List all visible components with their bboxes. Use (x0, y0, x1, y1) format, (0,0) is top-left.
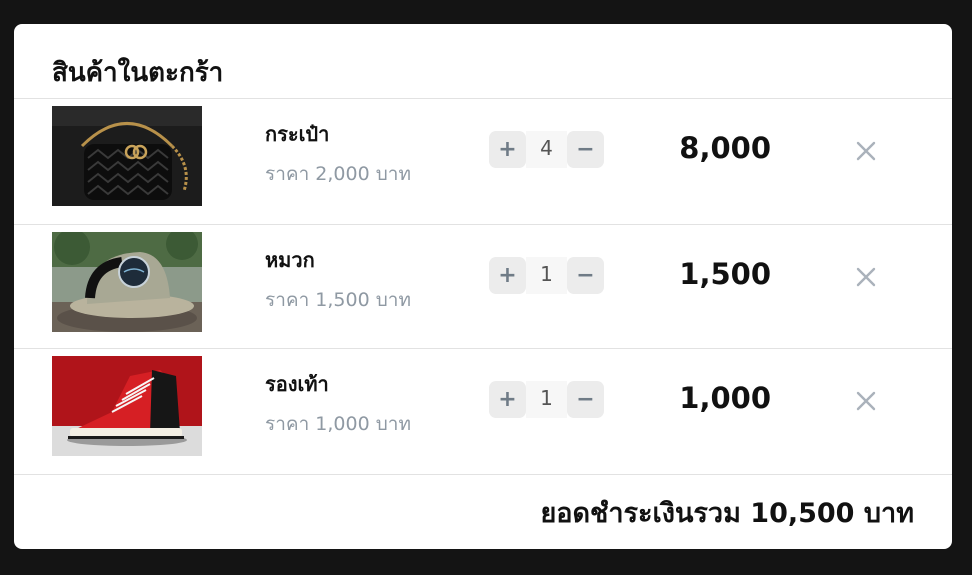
quantity-value: 1 (526, 381, 567, 418)
cart-card: สินค้าในตะกร้า กระเป๋า ราคา 2,000 บาท + … (14, 24, 952, 549)
summary-label: ยอดชำระเงินรวม (540, 498, 741, 529)
cap-photo (52, 232, 202, 332)
quantity-stepper: + 4 − (489, 131, 604, 168)
item-unit-price: ราคา 1,500 บาท (265, 289, 411, 311)
cart-item-row: กระเป๋า ราคา 2,000 บาท + 4 − 8,000 (14, 98, 952, 223)
remove-item-button[interactable] (852, 137, 880, 165)
close-icon (856, 141, 876, 161)
quantity-value: 1 (526, 257, 567, 294)
close-icon (856, 391, 876, 411)
item-line-total: 8,000 (679, 131, 771, 165)
summary-amount: 10,500 (750, 498, 855, 529)
cart-item-row: หมวก ราคา 1,500 บาท + 1 − 1,500 (14, 224, 952, 349)
remove-item-button[interactable] (852, 263, 880, 291)
summary-currency: บาท (863, 498, 914, 529)
item-name: กระเป๋า (265, 122, 330, 146)
item-name: หมวก (265, 248, 315, 272)
quantity-stepper: + 1 − (489, 381, 604, 418)
cart-title: สินค้าในตะกร้า (52, 58, 224, 88)
decrease-quantity-button[interactable]: − (567, 381, 604, 418)
decrease-quantity-button[interactable]: − (567, 257, 604, 294)
item-line-total: 1,000 (679, 381, 771, 415)
quantity-value: 4 (526, 131, 567, 168)
quantity-stepper: + 1 − (489, 257, 604, 294)
decrease-quantity-button[interactable]: − (567, 131, 604, 168)
increase-quantity-button[interactable]: + (489, 381, 526, 418)
increase-quantity-button[interactable]: + (489, 131, 526, 168)
remove-item-button[interactable] (852, 387, 880, 415)
increase-quantity-button[interactable]: + (489, 257, 526, 294)
item-line-total: 1,500 (679, 257, 771, 291)
close-icon (856, 267, 876, 287)
cart-summary: ยอดชำระเงินรวม 10,500 บาท (540, 496, 914, 532)
summary-divider (14, 474, 952, 475)
bag-photo (52, 106, 202, 206)
item-name: รองเท้า (265, 372, 329, 396)
sneaker-photo (52, 356, 202, 456)
item-unit-price: ราคา 1,000 บาท (265, 413, 411, 435)
cart-item-row: รองเท้า ราคา 1,000 บาท + 1 − 1,000 (14, 348, 952, 473)
item-unit-price: ราคา 2,000 บาท (265, 163, 411, 185)
